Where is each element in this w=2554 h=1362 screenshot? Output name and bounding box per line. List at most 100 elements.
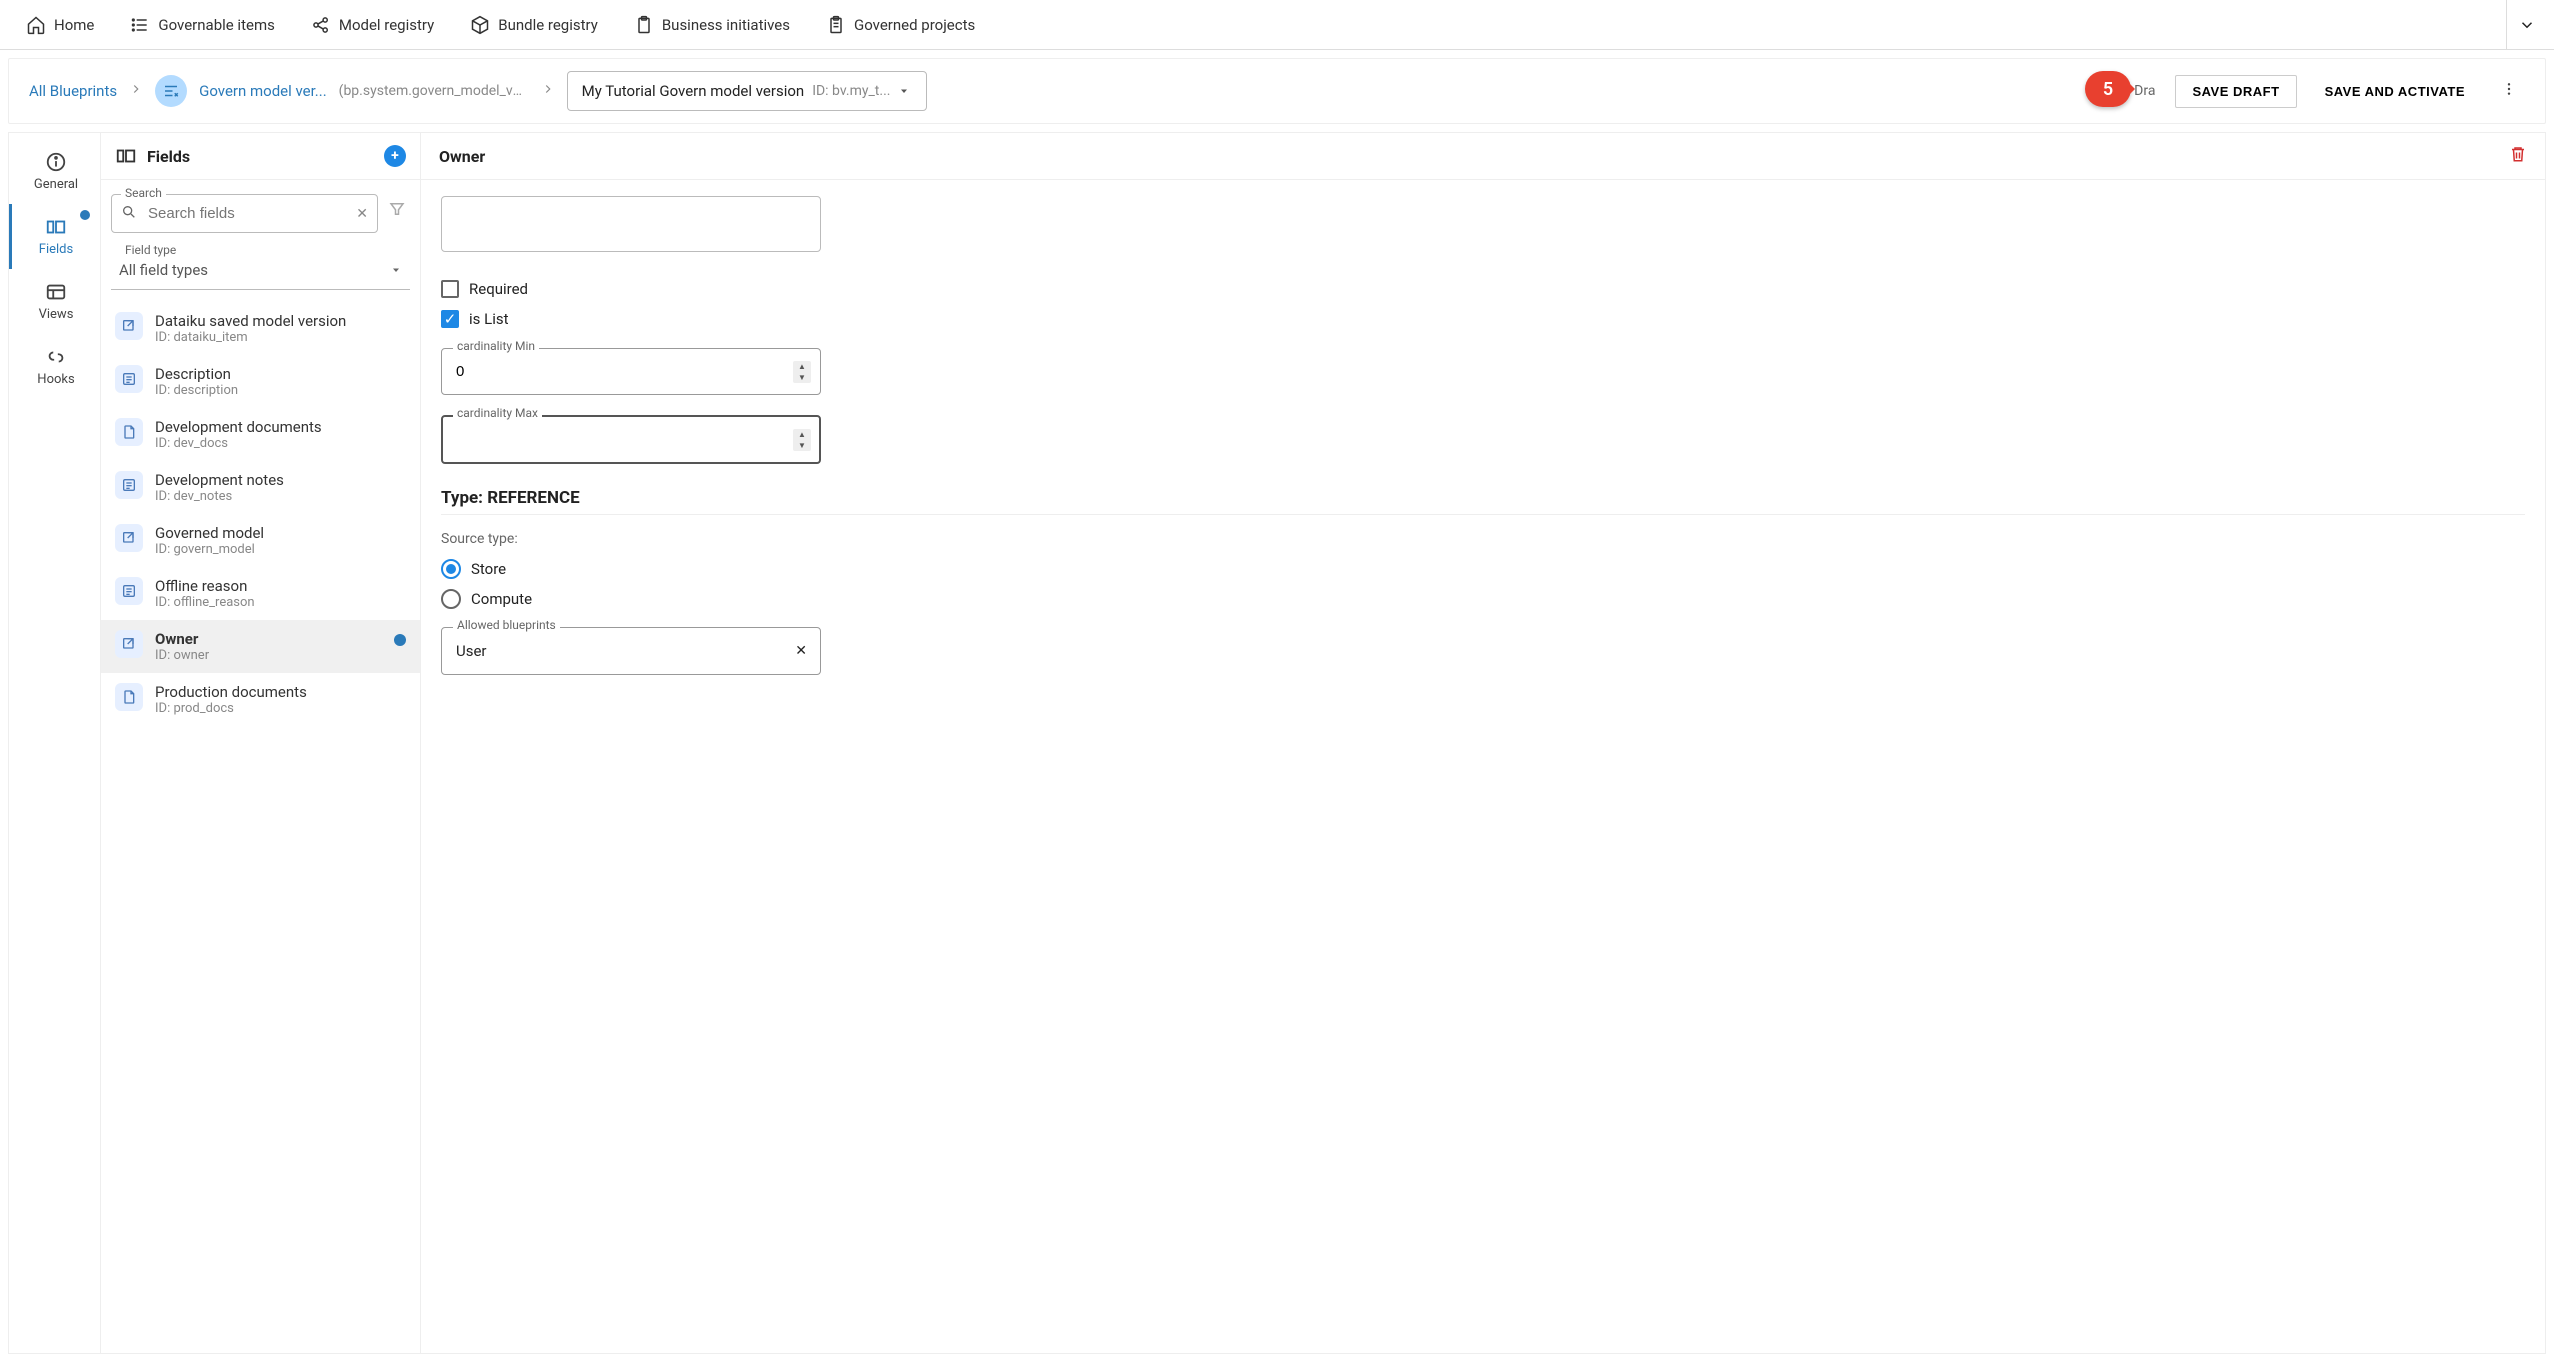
field-item-title: Owner bbox=[155, 630, 209, 648]
field-list-item[interactable]: Development notesID: dev_notes bbox=[101, 461, 420, 514]
nav-bundle-registry-label: Bundle registry bbox=[498, 16, 598, 34]
tab-fields-label: Fields bbox=[39, 242, 73, 257]
breadcrumb-blueprint-name[interactable]: Govern model ver... bbox=[199, 82, 327, 100]
clipboard-list-icon bbox=[826, 15, 846, 35]
nav-home[interactable]: Home bbox=[8, 0, 112, 50]
home-icon bbox=[26, 15, 46, 35]
field-item-title: Description bbox=[155, 365, 238, 383]
number-spinner[interactable]: ▲▼ bbox=[793, 361, 811, 383]
is-list-checkbox-row[interactable]: ✓ is List bbox=[441, 310, 2525, 328]
modified-indicator-icon bbox=[394, 634, 406, 646]
cardinality-max-label: cardinality Max bbox=[453, 406, 542, 420]
caret-down-icon bbox=[898, 85, 910, 97]
tab-views-label: Views bbox=[39, 307, 74, 322]
field-type-icon bbox=[115, 524, 143, 552]
nav-governed-projects[interactable]: Governed projects bbox=[808, 0, 993, 50]
field-list-item[interactable]: Production documentsID: prod_docs bbox=[101, 673, 420, 726]
source-compute-label: Compute bbox=[471, 590, 532, 608]
chevron-right-icon bbox=[541, 82, 555, 100]
remove-chip-button[interactable]: ✕ bbox=[795, 643, 807, 659]
clear-search-button[interactable]: ✕ bbox=[356, 206, 368, 222]
is-list-label: is List bbox=[469, 310, 509, 328]
version-selector[interactable]: My Tutorial Govern model version ID: bv.… bbox=[567, 71, 927, 111]
fields-header-title: Fields bbox=[147, 147, 374, 166]
field-type-label: Field type bbox=[121, 243, 180, 257]
fields-column: Fields + Search ✕ Field type All field t… bbox=[101, 133, 421, 1353]
tab-general[interactable]: General bbox=[9, 139, 100, 204]
tab-general-label: General bbox=[34, 177, 78, 192]
field-list-item[interactable]: Offline reasonID: offline_reason bbox=[101, 567, 420, 620]
field-item-id: ID: dataiku_item bbox=[155, 330, 346, 345]
detail-title: Owner bbox=[439, 147, 2509, 166]
save-draft-button[interactable]: SAVE DRAFT bbox=[2175, 75, 2296, 108]
required-checkbox-row[interactable]: Required bbox=[441, 280, 2525, 298]
breadcrumb-root[interactable]: All Blueprints bbox=[29, 82, 117, 100]
share-icon bbox=[311, 15, 331, 35]
field-item-id: ID: govern_model bbox=[155, 542, 264, 557]
more-menu[interactable] bbox=[2493, 81, 2525, 101]
field-item-title: Production documents bbox=[155, 683, 307, 701]
tab-views[interactable]: Views bbox=[9, 269, 100, 334]
source-store-radio[interactable]: Store bbox=[441, 559, 2525, 579]
nav-governable[interactable]: Governable items bbox=[112, 0, 292, 50]
cube-icon bbox=[470, 15, 490, 35]
save-activate-button[interactable]: SAVE AND ACTIVATE bbox=[2309, 76, 2481, 107]
tab-hooks-label: Hooks bbox=[37, 372, 74, 387]
field-type-icon bbox=[115, 418, 143, 446]
kebab-icon bbox=[2501, 81, 2517, 97]
cardinality-min-label: cardinality Min bbox=[453, 339, 539, 353]
field-item-id: ID: dev_docs bbox=[155, 436, 322, 451]
nav-model-registry[interactable]: Model registry bbox=[293, 0, 452, 50]
field-type-icon bbox=[115, 577, 143, 605]
field-list-item[interactable]: Dataiku saved model versionID: dataiku_i… bbox=[101, 302, 420, 355]
checkbox-checked-icon: ✓ bbox=[441, 310, 459, 328]
field-item-title: Development documents bbox=[155, 418, 322, 436]
blueprint-badge-icon bbox=[155, 75, 187, 107]
field-list-item[interactable]: DescriptionID: description bbox=[101, 355, 420, 408]
breadcrumb-bar: All Blueprints Govern model ver... (bp.s… bbox=[8, 58, 2546, 124]
filter-button[interactable] bbox=[388, 200, 406, 222]
allowed-blueprints-input[interactable]: User bbox=[441, 627, 821, 675]
fields-icon bbox=[45, 216, 67, 238]
nav-business[interactable]: Business initiatives bbox=[616, 0, 808, 50]
chevron-down-icon bbox=[2518, 16, 2536, 34]
source-store-label: Store bbox=[471, 560, 506, 578]
radio-unselected-icon bbox=[441, 589, 461, 609]
source-compute-radio[interactable]: Compute bbox=[441, 589, 2525, 609]
filter-icon bbox=[388, 200, 406, 218]
nav-expand[interactable] bbox=[2506, 0, 2546, 50]
trash-icon bbox=[2509, 145, 2527, 163]
info-icon bbox=[45, 151, 67, 173]
detail-panel: Owner Required ✓ is List cardinality Min… bbox=[421, 133, 2545, 1353]
search-icon bbox=[121, 204, 137, 224]
allowed-blueprints-label: Allowed blueprints bbox=[453, 618, 560, 632]
number-spinner[interactable]: ▲▼ bbox=[793, 429, 811, 451]
nav-home-label: Home bbox=[54, 16, 94, 34]
add-field-button[interactable]: + bbox=[384, 145, 406, 167]
clipboard-icon bbox=[634, 15, 654, 35]
tab-hooks[interactable]: Hooks bbox=[9, 334, 100, 399]
field-list-item[interactable]: Development documentsID: dev_docs bbox=[101, 408, 420, 461]
field-list-item[interactable]: OwnerID: owner bbox=[101, 620, 420, 673]
version-name: My Tutorial Govern model version bbox=[582, 82, 805, 100]
field-type-icon bbox=[115, 312, 143, 340]
delete-field-button[interactable] bbox=[2509, 145, 2527, 167]
nav-model-registry-label: Model registry bbox=[339, 16, 434, 34]
top-nav: Home Governable items Model registry Bun… bbox=[0, 0, 2554, 50]
field-item-title: Offline reason bbox=[155, 577, 255, 595]
breadcrumb-blueprint-id: (bp.system.govern_model_ve... bbox=[339, 83, 529, 99]
chevron-right-icon bbox=[129, 82, 143, 100]
field-list-item[interactable]: Governed modelID: govern_model bbox=[101, 514, 420, 567]
tab-fields[interactable]: Fields bbox=[9, 204, 100, 269]
field-type-icon bbox=[115, 471, 143, 499]
views-icon bbox=[45, 281, 67, 303]
description-textarea[interactable] bbox=[441, 196, 821, 252]
radio-selected-icon bbox=[441, 559, 461, 579]
hooks-icon bbox=[45, 346, 67, 368]
cardinality-max-input[interactable] bbox=[441, 415, 821, 464]
indicator-dot-icon bbox=[80, 210, 90, 220]
field-type-value: All field types bbox=[119, 261, 208, 279]
nav-bundle-registry[interactable]: Bundle registry bbox=[452, 0, 616, 50]
type-section-title: Type: REFERENCE bbox=[441, 488, 2525, 508]
cardinality-min-input[interactable] bbox=[441, 348, 821, 395]
